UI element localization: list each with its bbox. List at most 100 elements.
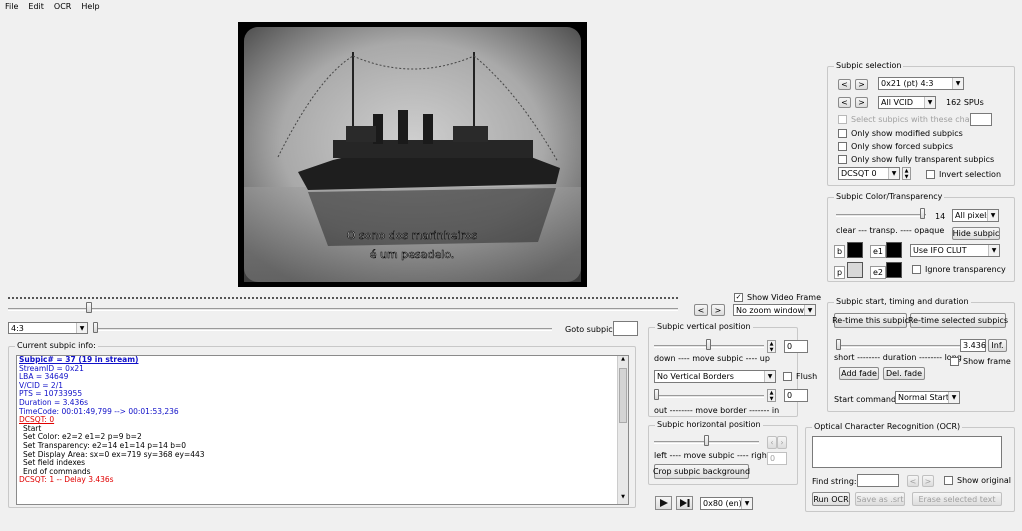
horizontal-value[interactable]: 0 [767,452,787,465]
invert-selection-label: Invert selection [939,170,1002,179]
border-value[interactable]: 0 [784,389,808,402]
timeline-thumb[interactable] [86,302,92,313]
vertical-slider-thumb[interactable] [706,339,711,350]
scroll-up-icon[interactable]: ▲ [618,356,628,366]
horizontal-left-button[interactable]: ‹ [767,436,777,449]
inf-button[interactable]: Inf. [988,339,1007,352]
ocr-text-area[interactable] [812,436,1002,468]
b-label: b [834,245,846,258]
chevron-down-icon: ▼ [888,168,899,179]
subpic-slider-thumb[interactable] [93,322,98,333]
start-command-combo[interactable]: Normal Start ▼ [895,391,960,404]
checkbox-box[interactable] [950,357,959,366]
menu-file[interactable]: File [0,2,23,11]
vertical-value[interactable]: 0 [784,340,808,353]
vcid-combo[interactable]: All VCID ▼ [878,96,936,109]
scroll-down-icon[interactable]: ▼ [618,494,628,504]
transparency-slider-track[interactable] [836,214,926,217]
save-srt-button[interactable]: Save as .srt [855,492,905,506]
b-color-swatch[interactable] [847,242,863,258]
border-slider-track[interactable] [654,395,764,398]
chevron-down-icon: ▼ [952,78,963,89]
checkbox-box[interactable] [944,476,953,485]
checkbox-box[interactable] [926,170,935,179]
invert-selection-checkbox[interactable]: Invert selection [926,170,1001,179]
menu-ocr[interactable]: OCR [49,2,76,11]
show-frame-checkbox[interactable]: Show frame [950,357,1011,366]
border-spinner[interactable]: ▲ ▼ [767,389,776,402]
vcid-next-button[interactable]: > [855,97,868,108]
modified-label: Only show modified subpics [851,129,963,138]
play-step-button[interactable] [676,496,693,510]
flush-checkbox[interactable]: Flush [783,372,817,381]
clut-combo[interactable]: Use IFO CLUT ▼ [910,244,1000,257]
retime-selected-button[interactable]: Re-time selected subpics [908,313,1008,328]
vertical-spinner[interactable]: ▲ ▼ [767,340,776,353]
ignore-transparency-label: Ignore transparency [925,265,1006,274]
horizontal-right-button[interactable]: › [777,436,787,449]
crop-background-button[interactable]: Crop subpic background [653,464,750,479]
checkbox-box[interactable]: ✓ [734,293,743,302]
duration-input[interactable]: 3.436 [960,339,986,352]
duration-scale-label: short -------- duration -------- long [834,353,962,362]
horizontal-slider-thumb[interactable] [704,435,709,446]
aspect-combo[interactable]: 4:3 ▼ [8,322,88,334]
border-slider-thumb[interactable] [654,389,659,400]
transparent-label: Only show fully transparent subpics [851,155,995,164]
add-fade-button[interactable]: Add fade [839,367,879,380]
checkbox-box[interactable] [838,155,847,164]
show-original-checkbox[interactable]: Show original [944,476,1011,485]
hide-subpic-button[interactable]: Hide subpic [952,227,1000,240]
language-combo-value: 0x80 (en) [703,499,742,508]
show-video-frame-checkbox[interactable]: ✓ Show Video Frame [734,293,821,302]
erase-text-button[interactable]: Erase selected text [912,492,1002,506]
find-prev-button[interactable]: < [907,475,919,487]
vertical-borders-combo[interactable]: No Vertical Borders ▼ [654,370,776,383]
find-string-input[interactable] [857,474,899,487]
scroll-thumb[interactable] [619,368,627,423]
checkbox-box[interactable] [783,372,792,381]
p-color-swatch[interactable] [847,262,863,278]
e1-color-swatch[interactable] [886,242,902,258]
dcsqt-combo[interactable]: DCSQT 0 ▼ [838,167,900,180]
subpic-info-text[interactable]: Subpic# = 37 (19 in stream) StreamID = 0… [16,355,629,505]
checkbox-box[interactable] [838,129,847,138]
sel-prev-button[interactable]: < [838,79,851,90]
duration-slider-track[interactable] [836,345,971,348]
run-ocr-button[interactable]: Run OCR [812,492,850,506]
dcsqt-spinner[interactable]: ▲ ▼ [902,167,911,180]
info-line[interactable]: DCSQT: 0 [17,416,628,425]
transparent-checkbox[interactable]: Only show fully transparent subpics [838,155,994,164]
next-frame-button[interactable]: > [711,304,725,316]
find-next-button[interactable]: > [922,475,934,487]
menu-edit[interactable]: Edit [23,2,49,11]
menu-help[interactable]: Help [76,2,104,11]
subpic-slider-track[interactable] [97,328,552,331]
timeline-track[interactable] [8,308,678,311]
play-button[interactable] [655,496,672,510]
select-chars-checkbox[interactable]: Select subpics with these chars [838,115,977,124]
retime-subpic-button[interactable]: Re-time this subpic [832,313,909,328]
transparency-slider-thumb[interactable] [920,208,925,219]
stream-combo[interactable]: 0x21 (pt) 4:3 ▼ [878,77,964,90]
sel-next-button[interactable]: > [855,79,868,90]
forced-checkbox[interactable]: Only show forced subpics [838,142,953,151]
chars-input[interactable] [970,113,992,126]
checkbox-box[interactable] [912,265,921,274]
zoom-combo[interactable]: No zoom window ▼ [733,304,816,316]
info-scrollbar[interactable]: ▲ ▼ [617,356,628,504]
checkbox-box[interactable] [838,142,847,151]
vertical-borders-value: No Vertical Borders [657,372,734,381]
prev-frame-button[interactable]: < [694,304,708,316]
vcid-prev-button[interactable]: < [838,97,851,108]
duration-slider-thumb[interactable] [836,339,841,350]
info-line[interactable]: Subpic# = 37 (19 in stream) [17,356,628,365]
goto-subpic-input[interactable] [613,321,638,336]
checkbox-box[interactable] [838,115,847,124]
language-combo[interactable]: 0x80 (en) ▼ [700,497,753,510]
modified-checkbox[interactable]: Only show modified subpics [838,129,963,138]
del-fade-button[interactable]: Del. fade [883,367,925,380]
e2-color-swatch[interactable] [886,262,902,278]
pixels-combo[interactable]: All pixels ▼ [952,209,999,222]
ignore-transparency-checkbox[interactable]: Ignore transparency [912,265,1006,274]
